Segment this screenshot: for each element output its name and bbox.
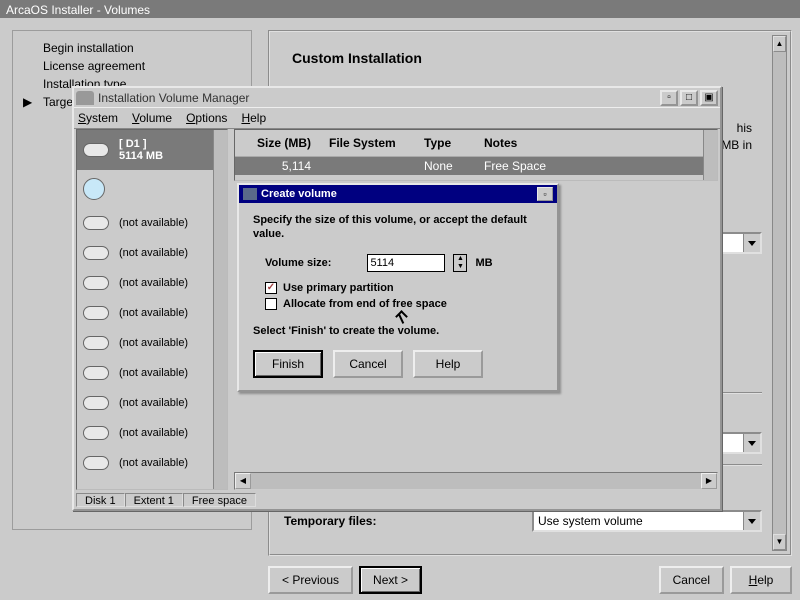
- cell-notes: Free Space: [484, 159, 713, 173]
- disk-list-scrollbar[interactable]: [213, 130, 227, 489]
- previous-button[interactable]: < Previous: [268, 566, 353, 594]
- cell-size: 5,114: [239, 159, 329, 173]
- cell-type: None: [424, 159, 484, 173]
- primary-partition-checkbox[interactable]: ✓ Use primary partition: [265, 282, 543, 294]
- volume-size-label: Volume size:: [265, 257, 331, 269]
- dialog-close-icon[interactable]: ▫: [537, 187, 553, 201]
- status-disk: Disk 1: [76, 493, 125, 507]
- status-region: Free space: [183, 493, 256, 507]
- menu-system[interactable]: System: [78, 111, 118, 125]
- create-volume-title: Create volume: [261, 188, 535, 200]
- disk-list: [ D1 ]5114 MB (not available) (not avail…: [76, 129, 228, 490]
- ivm-menubar: System Volume Options Help: [74, 107, 720, 129]
- spin-up-icon[interactable]: ▲: [454, 255, 466, 263]
- ivm-app-icon: [76, 91, 94, 105]
- cancel-button[interactable]: Cancel: [659, 566, 724, 594]
- disk-icon: [83, 276, 109, 290]
- checkbox-icon: [265, 298, 277, 310]
- disk-label: [ D1 ]5114 MB: [119, 138, 163, 162]
- dialog-icon: [243, 188, 257, 200]
- minimize-icon[interactable]: ▫: [660, 90, 678, 106]
- menu-options[interactable]: Options: [186, 111, 227, 125]
- status-extent: Extent 1: [125, 493, 183, 507]
- main-title: Custom Installation: [288, 44, 776, 80]
- ivm-statusbar: Disk 1 Extent 1 Free space: [76, 491, 718, 509]
- allocate-end-checkbox[interactable]: Allocate from end of free space: [265, 298, 543, 310]
- ivm-horizontal-scrollbar[interactable]: ◀ ▶: [234, 472, 718, 490]
- cancel-button[interactable]: Cancel: [333, 350, 403, 378]
- disk-icon: [83, 336, 109, 350]
- col-type[interactable]: Type: [424, 136, 484, 150]
- disk-item[interactable]: (not available): [77, 418, 227, 448]
- ivm-title-text: Installation Volume Manager: [98, 91, 658, 105]
- finish-button[interactable]: Finish: [253, 350, 323, 378]
- primary-partition-label: Use primary partition: [283, 282, 394, 294]
- cell-fs: [329, 159, 424, 173]
- disk-item[interactable]: (not available): [77, 208, 227, 238]
- volume-table: Size (MB) File System Type Notes 5,114 N…: [234, 129, 718, 181]
- ivm-titlebar[interactable]: Installation Volume Manager ▫ □ ▣: [74, 88, 720, 107]
- help-button[interactable]: Help: [730, 566, 792, 594]
- globe-icon: [83, 178, 105, 200]
- col-fs[interactable]: File System: [329, 136, 424, 150]
- disk-item-selected[interactable]: [ D1 ]5114 MB: [77, 130, 227, 170]
- volume-size-input[interactable]: [367, 254, 445, 272]
- disk-icon: [83, 426, 109, 440]
- disk-icon: [83, 143, 109, 157]
- next-button[interactable]: Next >: [359, 566, 422, 594]
- create-volume-titlebar[interactable]: Create volume ▫: [239, 185, 557, 203]
- allocate-end-label: Allocate from end of free space: [283, 298, 447, 310]
- temp-files-label: Temporary files:: [284, 514, 376, 528]
- disk-icon: [83, 456, 109, 470]
- scroll-right-icon[interactable]: ▶: [701, 473, 717, 489]
- close-icon[interactable]: ▣: [700, 90, 718, 106]
- nav-item[interactable]: Begin installation: [21, 39, 243, 57]
- col-size[interactable]: Size (MB): [239, 136, 329, 150]
- create-volume-dialog: Create volume ▫ Specify the size of this…: [237, 183, 559, 392]
- disk-item[interactable]: (not available): [77, 238, 227, 268]
- col-notes[interactable]: Notes: [484, 136, 713, 150]
- disk-icon: [83, 306, 109, 320]
- help-button[interactable]: Help: [413, 350, 483, 378]
- menu-help[interactable]: Help: [241, 111, 266, 125]
- installer-button-bar: < Previous Next > Cancel Help: [268, 566, 792, 594]
- disk-item[interactable]: (not available): [77, 298, 227, 328]
- disk-item[interactable]: (not available): [77, 328, 227, 358]
- disk-item[interactable]: (not available): [77, 358, 227, 388]
- spin-down-icon[interactable]: ▼: [454, 263, 466, 271]
- nav-item[interactable]: License agreement: [21, 57, 243, 75]
- disk-item[interactable]: (not available): [77, 268, 227, 298]
- checkbox-checked-icon: ✓: [265, 282, 277, 294]
- create-volume-hint: Select 'Finish' to create the volume.: [253, 324, 543, 338]
- volume-table-header: Size (MB) File System Type Notes: [235, 130, 717, 157]
- create-volume-instructions: Specify the size of this volume, or acce…: [253, 213, 543, 242]
- disk-item[interactable]: [77, 170, 227, 208]
- main-scrollbar[interactable]: ▲ ▼: [772, 35, 787, 551]
- volume-scrollbar[interactable]: [703, 130, 717, 180]
- installer-titlebar: ArcaOS Installer - Volumes: [0, 0, 800, 20]
- scroll-left-icon[interactable]: ◀: [235, 473, 251, 489]
- volume-size-spinner[interactable]: ▲▼: [453, 254, 467, 272]
- menu-volume[interactable]: Volume: [132, 111, 172, 125]
- disk-icon: [83, 216, 109, 230]
- scroll-up-icon[interactable]: ▲: [773, 36, 786, 52]
- maximize-icon[interactable]: □: [680, 90, 698, 106]
- disk-item[interactable]: (not available): [77, 448, 227, 478]
- temp-files-combo[interactable]: Use system volume: [532, 510, 762, 532]
- disk-item[interactable]: (not available): [77, 388, 227, 418]
- scroll-down-icon[interactable]: ▼: [773, 534, 786, 550]
- disk-icon: [83, 246, 109, 260]
- disk-icon: [83, 366, 109, 380]
- volume-row[interactable]: 5,114 None Free Space: [235, 157, 717, 175]
- volume-size-unit: MB: [475, 257, 492, 269]
- disk-icon: [83, 396, 109, 410]
